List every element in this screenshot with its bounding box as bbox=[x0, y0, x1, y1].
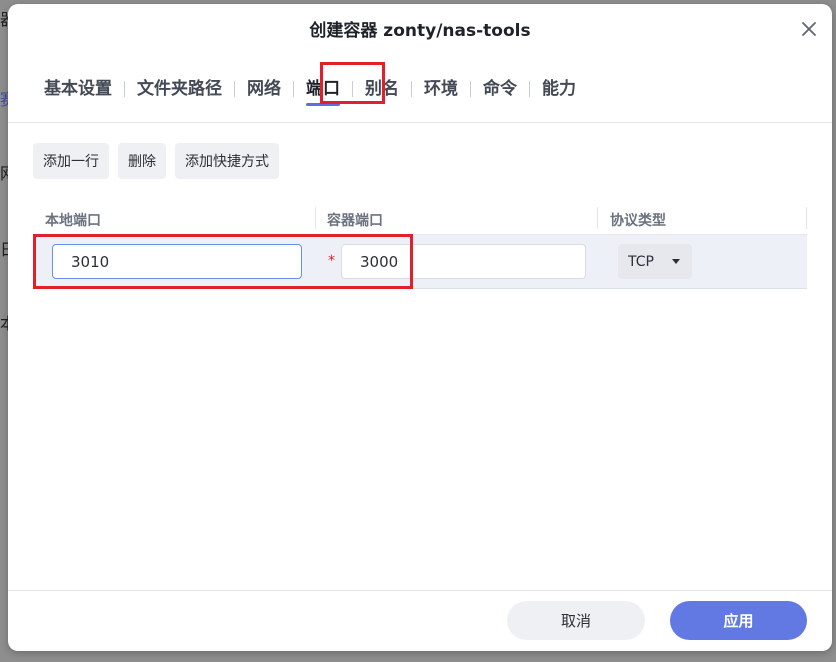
apply-button[interactable]: 应用 bbox=[670, 601, 807, 640]
header-local-port: 本地端口 bbox=[45, 213, 101, 229]
add-row-button[interactable]: 添加一行 bbox=[33, 143, 109, 179]
container-port-input[interactable]: 3000 bbox=[341, 244, 586, 279]
tab-capabilities[interactable]: 能力 bbox=[530, 74, 588, 104]
protocol-select[interactable]: TCP bbox=[618, 244, 692, 279]
tab-environment[interactable]: 环境 bbox=[412, 74, 470, 104]
delete-button[interactable]: 删除 bbox=[118, 143, 166, 179]
tab-bar: 基本设置 文件夹路径 网络 端口 别名 环境 命令 能力 bbox=[8, 62, 832, 116]
header-protocol: 协议类型 bbox=[610, 213, 666, 229]
tab-basic-settings[interactable]: 基本设置 bbox=[32, 74, 124, 104]
tab-command[interactable]: 命令 bbox=[471, 74, 529, 104]
dialog-title: 创建容器 zonty/nas-tools bbox=[309, 20, 531, 41]
create-container-dialog: 创建容器 zonty/nas-tools 基本设置 文件夹路径 网络 端口 别名… bbox=[8, 4, 832, 651]
table-row: 3010 * 3000 TCP bbox=[33, 234, 807, 289]
cancel-button[interactable]: 取消 bbox=[507, 601, 645, 640]
header-separator bbox=[597, 207, 598, 229]
close-button[interactable] bbox=[798, 18, 820, 40]
close-icon bbox=[802, 22, 816, 36]
required-mark: * bbox=[328, 253, 335, 269]
active-tab-indicator bbox=[306, 103, 340, 106]
port-table: 本地端口 容器端口 协议类型 3010 * 3000 TCP bbox=[33, 203, 807, 289]
header-separator bbox=[806, 207, 807, 229]
dialog-title-bar: 创建容器 zonty/nas-tools bbox=[8, 4, 832, 52]
port-toolbar: 添加一行 删除 添加快捷方式 bbox=[33, 143, 279, 179]
tab-port[interactable]: 端口 bbox=[294, 74, 352, 106]
tab-alias[interactable]: 别名 bbox=[353, 74, 411, 104]
header-container-port: 容器端口 bbox=[327, 213, 383, 229]
tabs-divider bbox=[8, 122, 832, 123]
table-header: 本地端口 容器端口 协议类型 bbox=[33, 203, 807, 234]
local-port-input[interactable]: 3010 bbox=[52, 244, 302, 279]
footer-divider bbox=[8, 590, 832, 591]
caret-down-icon bbox=[671, 259, 680, 264]
add-shortcut-button[interactable]: 添加快捷方式 bbox=[175, 143, 279, 179]
tab-network[interactable]: 网络 bbox=[235, 74, 293, 104]
header-separator bbox=[315, 207, 316, 229]
protocol-value: TCP bbox=[628, 253, 654, 270]
tab-folder-path[interactable]: 文件夹路径 bbox=[125, 74, 234, 104]
